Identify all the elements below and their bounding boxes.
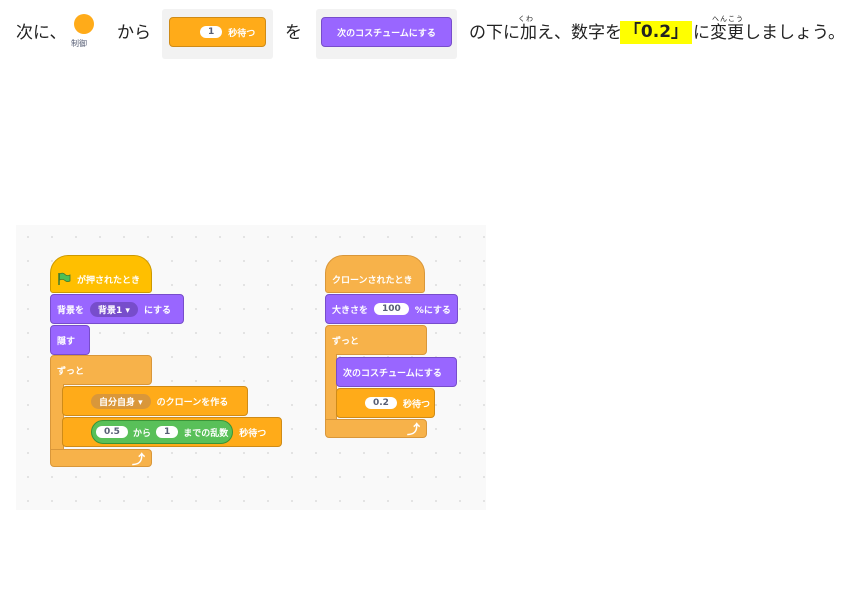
loop-arrow-icon: ⤴ [131,452,145,468]
wait-script-value[interactable]: 0.2 [365,397,397,409]
backdrop-dropdown[interactable]: 背景1 ▾ [90,301,138,317]
forever-block-bottom: ⤴ [50,449,152,468]
backdrop-suffix: にする [143,305,172,316]
create-clone-block[interactable]: 自分自身 ▾ のクローンを作る [62,386,248,416]
size-label: 大きさを [332,305,369,316]
clone-target-value: 自分自身 [99,397,136,408]
clone-target-dropdown[interactable]: 自分自身 ▾ [91,393,151,409]
code-workspace: が押されたとき 背景を 背景1 ▾ にする 隠す ずっと ⤴ 自分自身 ▾ のク… [16,225,486,510]
next-costume-block-script[interactable]: 次のコスチュームにする [336,357,457,387]
hide-block[interactable]: 隠す [50,325,90,355]
flag-hat-label: が押されたとき [77,276,141,286]
costume-block-chip: 次のコスチュームにする [316,9,457,59]
forever-block-top[interactable]: ずっと [50,355,152,385]
wait-block-value: 1 [200,26,223,38]
instruction-prefix: 次に、 [16,23,67,43]
wait-block-chip: 1 秒待つ [162,9,273,59]
wait-block-script[interactable]: 0.2 秒待つ [336,388,435,418]
forever-block-top-right[interactable]: ずっと [325,325,427,355]
highlighted-value: 「0.2」 [620,21,692,44]
wait-random-block[interactable]: 0.5 から 1 までの乱数 秒待つ [62,417,282,447]
next-costume-label: 次のコスチュームにする [337,28,436,39]
instruction-wo: を [285,23,302,43]
hide-label: 隠す [57,336,76,347]
next-costume-block: 次のコスチュームにする [321,17,452,47]
set-size-block[interactable]: 大きさを 100 %にする [325,294,458,324]
control-category-icon [74,14,94,34]
backdrop-label: 背景を [57,305,85,316]
wait-script-suffix: 秒待つ [402,399,430,410]
instruction-kara: から [117,23,151,43]
instruction-suffix2: に変更しましょう。 [693,23,845,43]
random-to-value[interactable]: 1 [155,426,179,438]
forever-block-bottom-right: ⤴ [325,419,427,438]
clone-hat-label: クローンされたとき [332,276,413,286]
size-value[interactable]: 100 [374,303,409,315]
random-from-value[interactable]: 0.5 [96,426,128,438]
loop-arrow-icon-right: ⤴ [406,423,420,438]
control-category-label: 制御 [71,39,87,48]
forever-label: ずっと [57,366,85,377]
forever-label-right: ずっと [332,336,360,347]
instruction-suffix1: の下に加え、数字を [469,23,622,43]
size-suffix: %にする [414,305,451,316]
next-costume-script-label: 次のコスチュームにする [343,368,442,379]
switch-backdrop-block[interactable]: 背景を 背景1 ▾ にする [50,294,184,324]
green-flag-icon [58,272,71,285]
clone-suffix: のクローンを作る [156,397,229,408]
green-flag-hat-block[interactable]: が押されたとき [50,255,152,293]
clone-hat-block[interactable]: クローンされたとき [325,255,425,293]
random-kara: から [132,428,151,439]
backdrop-value: 背景1 [98,305,123,316]
random-operator-block[interactable]: 0.5 から 1 までの乱数 [91,420,234,444]
wait-block: 1 秒待つ [169,17,266,47]
wait-block-label: 秒待つ [228,28,256,39]
wait-random-suffix: 秒待つ [239,428,267,439]
random-suffix: までの乱数 [183,428,229,439]
